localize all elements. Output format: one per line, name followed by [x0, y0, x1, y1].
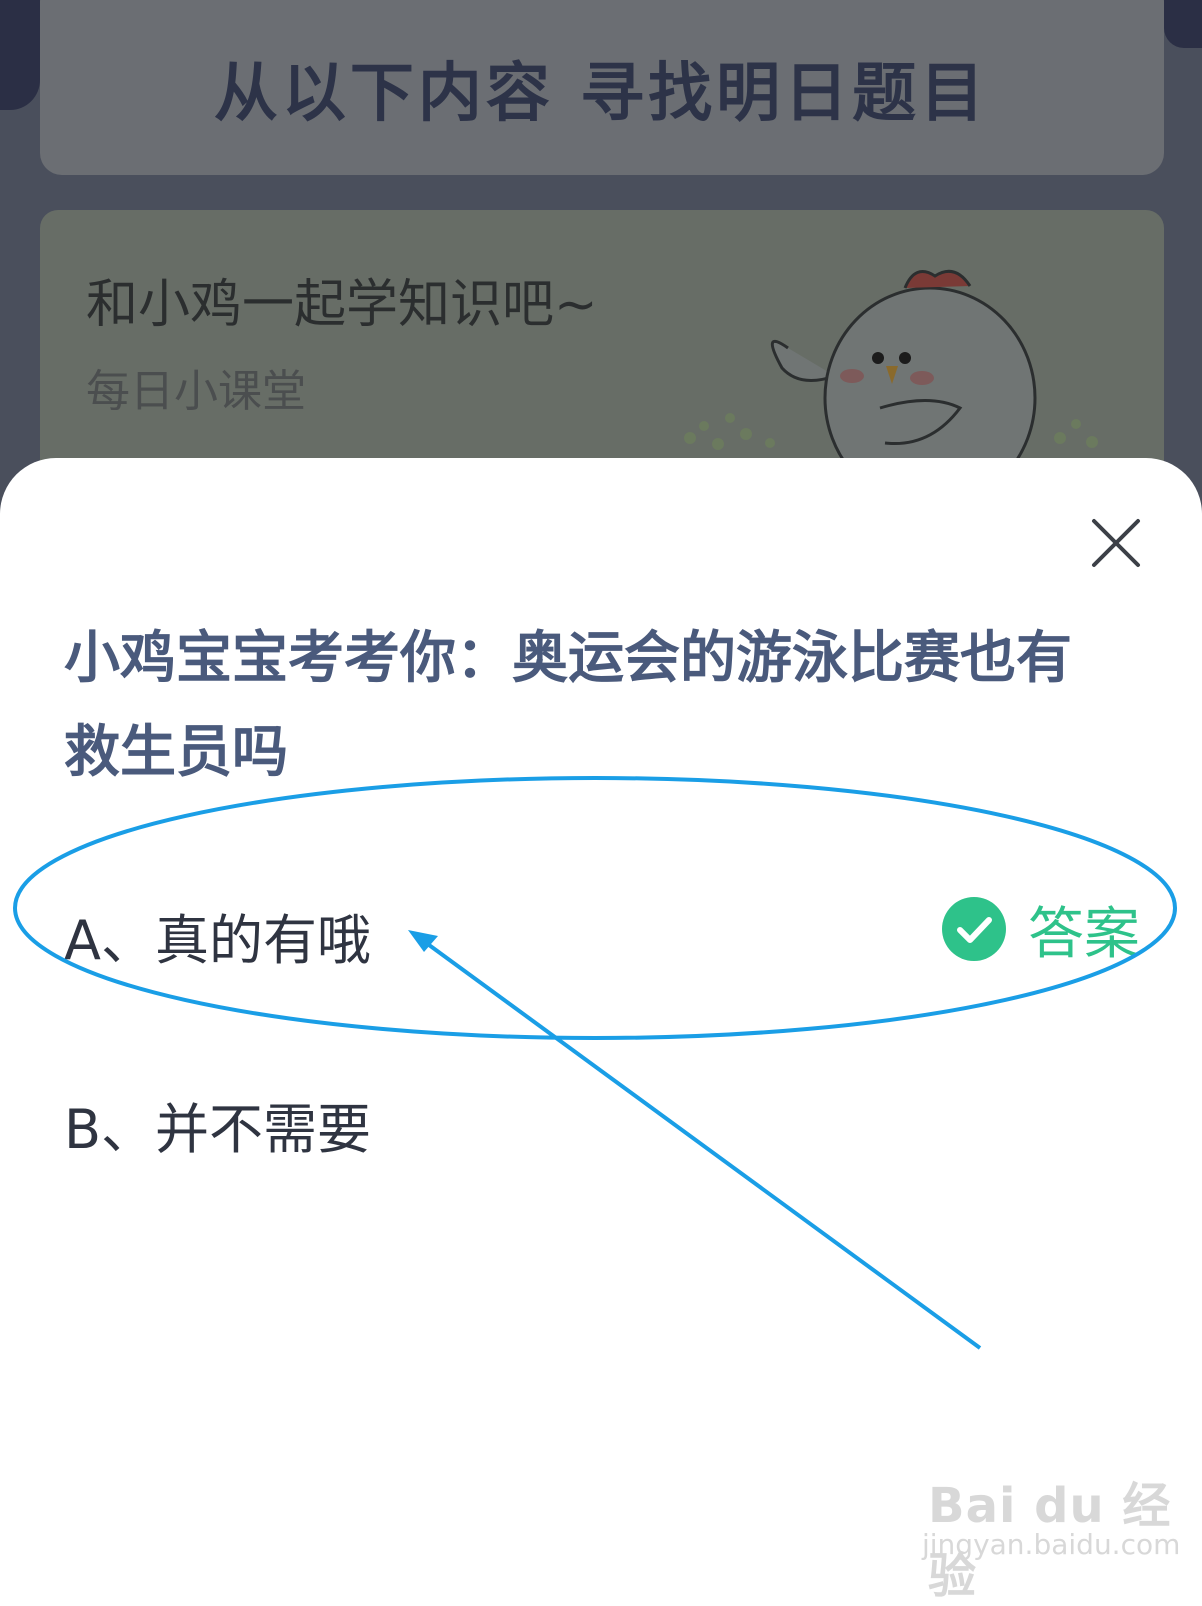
answer-label: 答案	[1028, 901, 1140, 967]
close-button[interactable]	[1088, 515, 1144, 571]
banner-title: 从以下内容 寻找明日题目	[213, 57, 989, 131]
option-a[interactable]: A、真的有哦	[64, 896, 371, 975]
option-b[interactable]: B、并不需要	[64, 1085, 371, 1164]
chicken-mascot-illustration	[684, 269, 1098, 468]
background-corner-right	[1164, 0, 1202, 48]
question-text: 小鸡宝宝考考你：奥运会的游泳比赛也有救生员吗	[64, 626, 1072, 785]
background-page: 从以下内容 寻找明日题目 和小鸡一起学知识吧~ 每日小课堂	[0, 0, 1202, 540]
close-icon	[1092, 519, 1140, 567]
check-circle-icon	[942, 897, 1006, 961]
lesson-title: 和小鸡一起学知识吧~	[86, 275, 598, 335]
answer-badge: 答案	[942, 897, 1140, 967]
lesson-subtitle: 每日小课堂	[86, 366, 306, 417]
watermark-url: jingyan.baidu.com	[922, 1528, 1181, 1561]
